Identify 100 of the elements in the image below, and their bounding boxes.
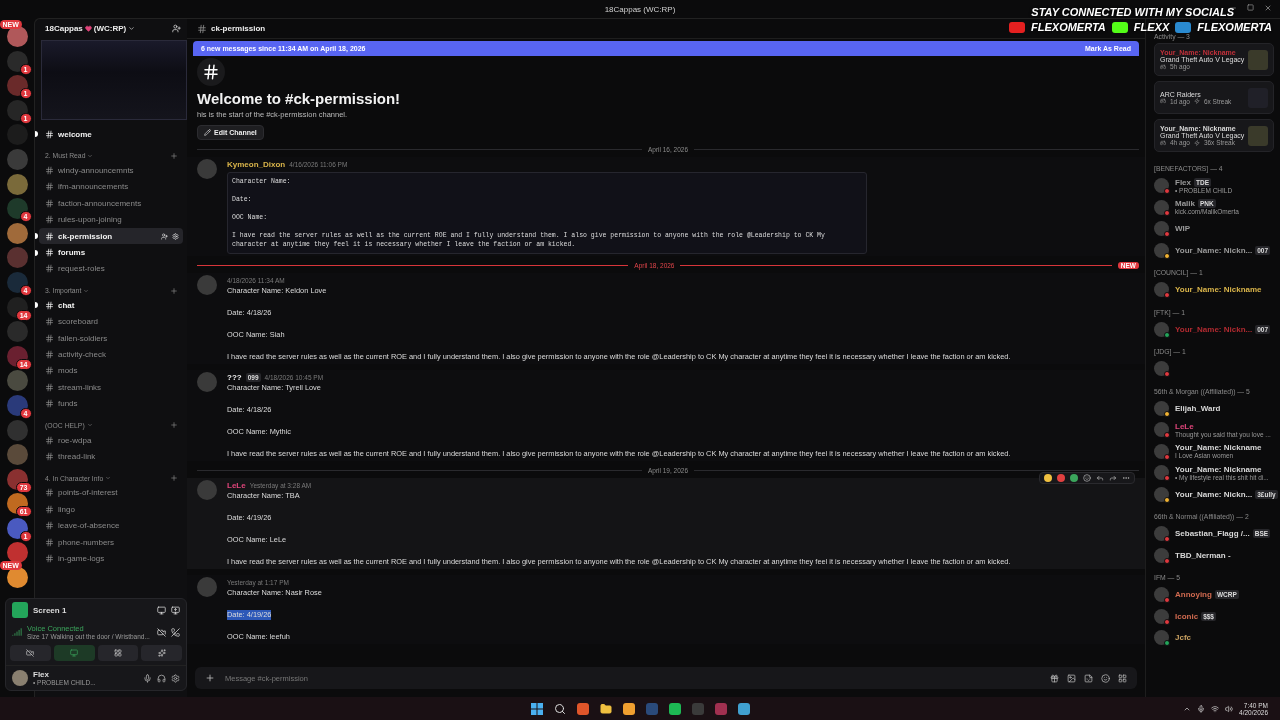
emoji-icon[interactable] xyxy=(1101,673,1110,683)
member-avatar[interactable] xyxy=(1154,400,1169,416)
server-name[interactable]: 18Cappas (WC:RP) xyxy=(45,23,136,33)
member-avatar[interactable] xyxy=(1154,630,1169,646)
member-name[interactable]: TBD_Nerman - xyxy=(1175,550,1231,560)
member-name[interactable]: Iconic xyxy=(1175,611,1199,621)
more-icon[interactable] xyxy=(1122,474,1130,482)
gift-icon[interactable] xyxy=(1050,673,1059,683)
member-avatar[interactable] xyxy=(1154,242,1169,258)
member-avatar[interactable] xyxy=(1154,486,1169,502)
volume-icon[interactable] xyxy=(1225,704,1234,713)
apps-icon[interactable] xyxy=(1118,673,1127,683)
windows-logo-icon[interactable] xyxy=(530,702,543,715)
channel-item[interactable]: roe-wdpa xyxy=(39,431,183,449)
author-name[interactable]: LeLe xyxy=(227,480,246,490)
member-name[interactable]: Your_Name: Nickname xyxy=(1175,285,1262,295)
activities-button[interactable] xyxy=(97,645,139,661)
add-reaction-icon[interactable] xyxy=(1083,474,1091,482)
member-avatar[interactable] xyxy=(1154,321,1169,337)
channel-item[interactable]: faction-announcements xyxy=(39,195,183,212)
member-avatar[interactable] xyxy=(1154,608,1169,624)
invite-icon[interactable] xyxy=(161,232,168,240)
server-icon[interactable] xyxy=(6,345,28,367)
member-avatar[interactable] xyxy=(1154,282,1169,298)
reply-icon[interactable] xyxy=(1096,474,1104,482)
add-channel-icon[interactable] xyxy=(170,151,178,160)
member-name[interactable]: Your_Name: Nickn... xyxy=(1175,489,1253,499)
invite-icon[interactable] xyxy=(172,23,181,33)
network-icon[interactable] xyxy=(1211,704,1220,713)
channel-item[interactable]: fallen-soldiers xyxy=(39,329,183,347)
channel-item[interactable]: phone-numbers xyxy=(39,533,183,551)
search-icon[interactable] xyxy=(553,702,566,715)
member-name[interactable]: Elijah_Ward xyxy=(1175,403,1221,413)
settings-icon[interactable] xyxy=(171,673,180,683)
channel-item[interactable]: stream-links xyxy=(39,379,183,396)
stream-preview-thumbnail[interactable] xyxy=(41,40,187,120)
member-avatar[interactable] xyxy=(1154,465,1169,481)
author-name[interactable]: ??? xyxy=(227,372,242,382)
member-name[interactable]: Malik xyxy=(1175,199,1195,209)
image-icon[interactable] xyxy=(1067,673,1076,683)
monitor-icon[interactable] xyxy=(157,605,166,615)
add-icon[interactable] xyxy=(205,673,215,683)
member-avatar[interactable] xyxy=(1154,526,1169,542)
server-icon[interactable] xyxy=(6,542,28,564)
user-avatar[interactable] xyxy=(12,670,28,686)
add-channel-icon[interactable] xyxy=(170,421,178,430)
mic-icon[interactable] xyxy=(1197,704,1206,713)
member-name[interactable]: LeLe xyxy=(1175,421,1194,431)
member-avatar[interactable] xyxy=(1154,361,1169,377)
member-avatar[interactable] xyxy=(1154,547,1169,563)
member-name[interactable]: Annoying xyxy=(1175,590,1212,600)
disconnect-icon[interactable] xyxy=(171,627,180,637)
server-icon[interactable] xyxy=(6,271,28,293)
add-channel-icon[interactable] xyxy=(170,286,178,295)
channel-item[interactable]: in-game-logs xyxy=(39,550,183,567)
server-icon[interactable] xyxy=(6,567,28,589)
member-avatar[interactable] xyxy=(1154,199,1169,215)
channel-item[interactable]: lingo xyxy=(39,501,183,518)
member-avatar[interactable] xyxy=(1154,178,1169,194)
channel-item[interactable]: rules-upon-joining xyxy=(39,211,183,228)
channel-item[interactable]: scoreboard xyxy=(39,313,183,330)
sticker-icon[interactable] xyxy=(1084,673,1093,683)
screen-icon[interactable] xyxy=(171,605,180,615)
channel-item[interactable]: activity-check xyxy=(39,346,183,363)
member-avatar[interactable] xyxy=(1154,443,1169,459)
member-name[interactable]: Jcfc xyxy=(1175,633,1191,643)
channel-item[interactable]: points-of-interest xyxy=(39,484,183,502)
maximize-icon[interactable] xyxy=(1247,4,1254,11)
mic-icon[interactable] xyxy=(143,673,152,683)
channel-item[interactable]: leave-of-absence xyxy=(39,517,183,534)
headphones-icon[interactable] xyxy=(157,673,166,683)
screen-share-button[interactable] xyxy=(53,645,95,661)
close-icon[interactable] xyxy=(1264,4,1272,12)
server-icon[interactable] xyxy=(6,468,28,490)
channel-item[interactable]: windy-announcemnts xyxy=(39,162,183,179)
member-avatar[interactable] xyxy=(1154,221,1169,237)
server-icon[interactable] xyxy=(6,296,28,318)
author-name[interactable]: Kymeon_Dixon xyxy=(227,159,286,169)
member-avatar[interactable] xyxy=(1154,422,1169,438)
member-name[interactable]: Your_Name: Nickname xyxy=(1175,464,1262,474)
app-icon[interactable] xyxy=(668,702,681,715)
channel-item[interactable]: thread-link xyxy=(39,448,183,465)
server-icon[interactable] xyxy=(6,198,28,220)
folder-icon[interactable] xyxy=(599,702,612,715)
channel-item[interactable]: request-roles xyxy=(39,260,183,278)
add-channel-icon[interactable] xyxy=(170,474,178,483)
app-icon[interactable] xyxy=(576,702,589,715)
channel-item[interactable]: mods xyxy=(39,362,183,380)
channel-item[interactable]: funds xyxy=(39,395,183,412)
member-name[interactable]: Your_Name: Nickname xyxy=(1175,443,1262,453)
soundboard-button[interactable] xyxy=(141,645,182,661)
server-icon[interactable] xyxy=(6,394,28,416)
camera-button[interactable] xyxy=(10,645,51,661)
app-icon[interactable] xyxy=(737,702,750,715)
app-icon[interactable] xyxy=(622,702,635,715)
member-name[interactable]: Your_Name: Nickn... xyxy=(1175,324,1253,334)
channel-item[interactable]: ifm-announcements xyxy=(39,178,183,196)
member-name[interactable]: WIP xyxy=(1175,224,1191,234)
member-name[interactable]: Flex xyxy=(1175,177,1191,187)
server-icon[interactable] xyxy=(6,493,28,515)
